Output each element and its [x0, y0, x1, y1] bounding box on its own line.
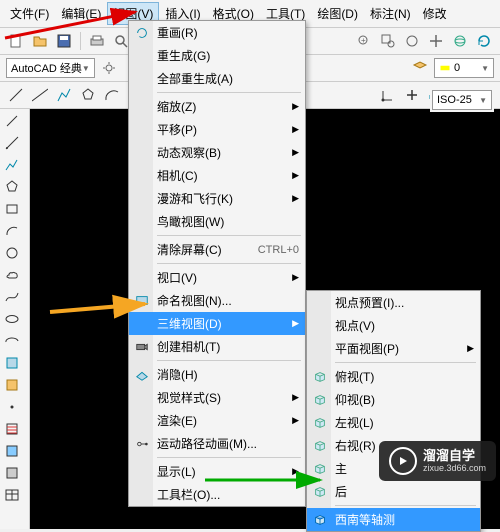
region-icon[interactable] — [2, 463, 22, 483]
zoom-window-icon[interactable] — [378, 31, 398, 51]
submenu-arrow-icon: ▶ — [292, 170, 299, 181]
zoom-prev-icon[interactable] — [402, 31, 422, 51]
menu-render[interactable]: 渲染(E)▶ — [129, 409, 305, 432]
view-menu-dropdown: 重画(R) 重生成(G) 全部重生成(A) 缩放(Z)▶ 平移(P)▶ 动态观察… — [128, 20, 306, 507]
xline-icon[interactable] — [30, 85, 50, 105]
point-icon[interactable] — [2, 397, 22, 417]
cube-icon — [311, 438, 329, 454]
submenu-arrow-icon: ▶ — [292, 147, 299, 158]
insert-block-icon[interactable] — [2, 353, 22, 373]
ellipse-arc-icon[interactable] — [2, 331, 22, 351]
menu-orbit[interactable]: 动态观察(B)▶ — [129, 141, 305, 164]
hatch-icon[interactable] — [2, 419, 22, 439]
camera-icon — [133, 339, 151, 355]
menu-regenall[interactable]: 全部重生成(A) — [129, 67, 305, 90]
menu-pan[interactable]: 平移(P)▶ — [129, 118, 305, 141]
line-icon[interactable] — [2, 111, 22, 131]
svg-text:+: + — [361, 36, 366, 45]
sub-sw-iso[interactable]: 西南等轴测 — [307, 508, 480, 531]
menu-viewports[interactable]: 视口(V)▶ — [129, 266, 305, 289]
make-block-icon[interactable] — [2, 375, 22, 395]
sub-planview[interactable]: 平面视图(P)▶ — [307, 337, 480, 360]
menu-hide[interactable]: 消隐(H) — [129, 363, 305, 386]
ray-icon[interactable] — [2, 133, 22, 153]
watermark-badge: 溜溜自学 zixue.3d66.com — [379, 441, 496, 481]
cube-icon — [311, 369, 329, 385]
menu-motion[interactable]: 运动路径动画(M)... — [129, 432, 305, 455]
submenu-arrow-icon: ▶ — [292, 272, 299, 283]
menu-regen[interactable]: 重生成(G) — [129, 44, 305, 67]
menu-createcam[interactable]: 创建相机(T) — [129, 335, 305, 358]
rect-icon[interactable] — [2, 199, 22, 219]
toolbar-draw-v — [0, 109, 30, 529]
submenu-arrow-icon: ▶ — [292, 415, 299, 426]
dimstyle-area: ISO-25▼ — [430, 88, 494, 112]
cube-icon — [311, 512, 329, 528]
ellipse-icon[interactable] — [2, 309, 22, 329]
dimstyle-combo[interactable]: ISO-25▼ — [432, 90, 492, 110]
menu-visualstyle[interactable]: 视觉样式(S)▶ — [129, 386, 305, 409]
circle-icon[interactable] — [2, 243, 22, 263]
layer-props-icon[interactable] — [410, 58, 430, 78]
submenu-arrow-icon: ▶ — [292, 392, 299, 403]
pline2-icon[interactable] — [2, 155, 22, 175]
cube-icon — [311, 392, 329, 408]
line2-icon[interactable] — [6, 85, 26, 105]
submenu-arrow-icon: ▶ — [292, 124, 299, 135]
sub-bottom[interactable]: 仰视(B) — [307, 388, 480, 411]
submenu-arrow-icon: ▶ — [292, 101, 299, 112]
plus-icon[interactable] — [402, 85, 422, 105]
sub-top[interactable]: 俯视(T) — [307, 365, 480, 388]
refresh-icon[interactable] — [474, 31, 494, 51]
watermark-title: 溜溜自学 — [423, 448, 486, 464]
zoom-realtime-icon[interactable]: + — [354, 31, 374, 51]
orbit-icon[interactable] — [450, 31, 470, 51]
pan-icon[interactable] — [426, 31, 446, 51]
gradient-icon[interactable] — [2, 441, 22, 461]
arc-icon[interactable] — [2, 221, 22, 241]
annotation-arrow-red — [0, 0, 160, 40]
cube-icon — [311, 415, 329, 431]
play-icon — [389, 447, 417, 475]
menu-walkfly[interactable]: 漫游和飞行(K)▶ — [129, 187, 305, 210]
motion-icon — [133, 436, 151, 452]
gear-icon[interactable] — [99, 58, 119, 78]
workspace-combo[interactable]: AutoCAD 经典▼ — [6, 58, 95, 78]
submenu-arrow-icon: ▶ — [292, 318, 299, 329]
ucs-icon[interactable] — [378, 85, 398, 105]
sub-viewpoint-preset[interactable]: 视点预置(I)... — [307, 291, 480, 314]
sub-left[interactable]: 左视(L) — [307, 411, 480, 434]
menu-modify[interactable]: 修改 — [417, 2, 453, 25]
hide-icon — [133, 367, 151, 383]
menu-dim[interactable]: 标注(N) — [364, 2, 417, 25]
sub-viewpoint[interactable]: 视点(V) — [307, 314, 480, 337]
revcloud-icon[interactable] — [2, 265, 22, 285]
submenu-arrow-icon: ▶ — [292, 193, 299, 204]
menu-camera[interactable]: 相机(C)▶ — [129, 164, 305, 187]
watermark-url: zixue.3d66.com — [423, 463, 486, 474]
annotation-arrow-yellow — [45, 290, 165, 320]
menu-zoom[interactable]: 缩放(Z)▶ — [129, 95, 305, 118]
table-icon[interactable] — [2, 485, 22, 505]
polygon-icon[interactable] — [2, 177, 22, 197]
spline-icon[interactable] — [2, 287, 22, 307]
poly-icon[interactable] — [78, 85, 98, 105]
arc2-icon[interactable] — [102, 85, 122, 105]
menu-aerial[interactable]: 鸟瞰视图(W) — [129, 210, 305, 233]
menu-cleanscreen[interactable]: 清除屏幕(C)CTRL+0 — [129, 238, 305, 261]
pline-icon[interactable] — [54, 85, 74, 105]
annotation-arrow-green — [200, 466, 340, 496]
menu-draw[interactable]: 绘图(D) — [311, 2, 364, 25]
layer-combo[interactable]: 0▼ — [434, 58, 494, 78]
submenu-arrow-icon: ▶ — [467, 343, 474, 354]
